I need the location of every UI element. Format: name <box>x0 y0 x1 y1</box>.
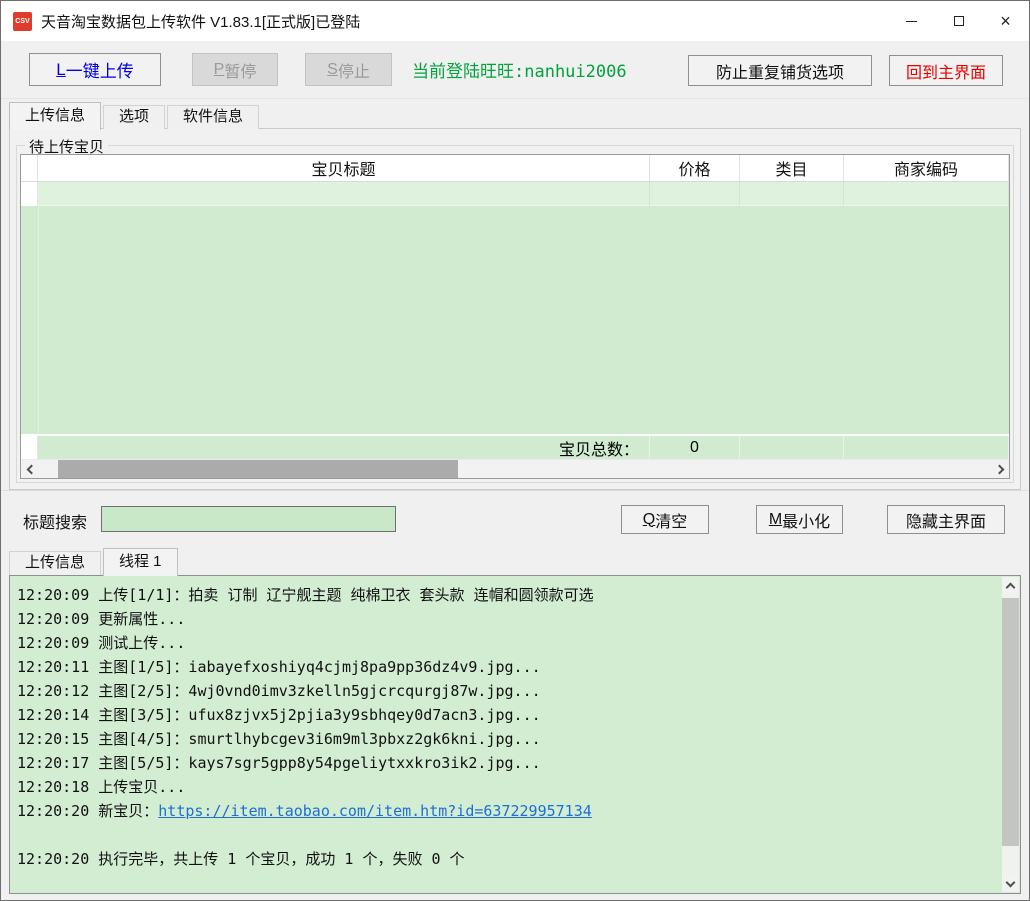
stop-mnemonic: S <box>327 61 338 79</box>
total-cat-cell <box>740 436 844 459</box>
total-value: 0 <box>650 436 740 459</box>
hscroll-track[interactable] <box>38 460 992 478</box>
maximize-button[interactable] <box>935 1 982 41</box>
upload-mnemonic: L <box>56 60 65 80</box>
cell-price[interactable] <box>650 182 740 206</box>
back-to-main-button[interactable]: 回到主界面 <box>889 55 1003 86</box>
cell-title[interactable] <box>38 182 650 206</box>
tab-1[interactable]: 上传信息 <box>9 551 101 575</box>
close-icon: × <box>1000 12 1011 30</box>
scroll-left-button[interactable] <box>21 460 38 478</box>
tab-2[interactable]: 线程 1 <box>103 548 178 576</box>
scroll-right-button[interactable] <box>992 460 1009 478</box>
log-line: 12:20:20 新宝贝：https://item.taobao.com/ite… <box>17 799 996 823</box>
vertical-scrollbar[interactable] <box>1002 577 1019 892</box>
row-header-cell[interactable] <box>21 182 38 206</box>
minimize-icon <box>906 21 917 22</box>
pause-label: 暂停 <box>224 58 256 82</box>
log-line: 12:20:11 主图[1/5]：iabayefxoshiyq4cjmj8pa9… <box>17 655 996 679</box>
log-line <box>17 823 996 847</box>
toolbar: L一键上传 P暂停 S停止 当前登陆旺旺:nanhui2006 防止重复铺货选项… <box>1 41 1029 99</box>
cell-code[interactable] <box>844 182 1009 206</box>
prevent-duplicate-button[interactable]: 防止重复铺货选项 <box>688 55 872 86</box>
pending-items-grid[interactable]: 宝贝标题价格类目商家编码 宝贝总数： 0 <box>20 154 1010 479</box>
chevron-left-icon <box>26 464 36 474</box>
upload-info-tab-page: 待上传宝贝 宝贝标题价格类目商家编码 宝贝总数： 0 <box>9 128 1021 490</box>
close-button[interactable]: × <box>982 1 1029 41</box>
total-label: 宝贝总数： <box>38 436 650 459</box>
log-line: 12:20:14 主图[3/5]：ufux8zjvx5j2pjia3y9sbhq… <box>17 703 996 727</box>
hide-main-window-button[interactable]: 隐藏主界面 <box>887 505 1005 534</box>
scroll-up-button[interactable] <box>1002 577 1019 594</box>
row-header-divider <box>38 206 39 434</box>
column-header[interactable]: 商家编码 <box>844 155 1009 181</box>
pause-mnemonic: P <box>214 61 225 79</box>
search-bar: 标题搜索 Q清空 M最小化 隐藏主界面 <box>1 490 1029 547</box>
grid-total-row: 宝贝总数： 0 <box>21 434 1009 459</box>
title-search-input[interactable] <box>101 506 396 532</box>
clear-label: 清空 <box>655 508 687 532</box>
scroll-down-button[interactable] <box>1002 875 1019 892</box>
window-title: 天音淘宝数据包上传软件 V1.83.1[正式版]已登陆 <box>41 11 360 32</box>
tab-3[interactable]: 软件信息 <box>167 105 259 129</box>
cell-category[interactable] <box>740 182 844 206</box>
vscroll-thumb[interactable] <box>1002 598 1019 846</box>
maximize-icon <box>954 16 964 26</box>
column-header[interactable]: 宝贝标题 <box>38 155 650 181</box>
new-item-link[interactable]: https://item.taobao.com/item.htm?id=6372… <box>158 802 591 820</box>
top-tab-strip: 上传信息选项软件信息 <box>1 101 1029 129</box>
pending-items-groupbox: 待上传宝贝 宝贝标题价格类目商家编码 宝贝总数： 0 <box>16 145 1014 483</box>
login-status: 当前登陆旺旺:nanhui2006 <box>412 57 627 82</box>
clear-mnemonic: Q <box>643 511 655 529</box>
upload-log-panel[interactable]: 12:20:09 上传[1/1]：拍卖 订制 辽宁舰主题 纯棉卫衣 套头款 连帽… <box>9 575 1021 894</box>
vscroll-track[interactable] <box>1002 594 1019 875</box>
chevron-down-icon <box>1006 877 1016 887</box>
app-window: CSV 天音淘宝数据包上传软件 V1.83.1[正式版]已登陆 × L一键上传 … <box>0 0 1030 901</box>
pause-button[interactable]: P暂停 <box>192 53 278 86</box>
minimize-mnemonic: M <box>769 511 782 529</box>
log-line: 12:20:17 主图[5/5]：kays7sgr5gpp8y54pgeliyt… <box>17 751 996 775</box>
minimize-app-button[interactable]: M最小化 <box>756 505 843 534</box>
clear-button[interactable]: Q清空 <box>621 505 709 534</box>
title-search-label: 标题搜索 <box>23 509 87 533</box>
chevron-up-icon <box>1006 582 1016 592</box>
window-controls: × <box>888 1 1029 41</box>
csv-file-icon: CSV <box>13 12 32 31</box>
minimize-label: 最小化 <box>782 508 830 532</box>
stop-label: 停止 <box>338 58 370 82</box>
column-header[interactable]: 类目 <box>740 155 844 181</box>
log-line: 12:20:20 执行完毕，共上传 1 个宝贝，成功 1 个，失败 0 个 <box>17 847 996 871</box>
one-click-upload-button[interactable]: L一键上传 <box>29 53 161 86</box>
log-lines: 12:20:09 上传[1/1]：拍卖 订制 辽宁舰主题 纯棉卫衣 套头款 连帽… <box>17 583 996 891</box>
minimize-button[interactable] <box>888 1 935 41</box>
stop-button[interactable]: S停止 <box>305 53 392 86</box>
hscroll-thumb[interactable] <box>58 460 458 478</box>
horizontal-scrollbar[interactable] <box>21 459 1009 478</box>
total-code-cell <box>844 436 1009 459</box>
row-header-cell <box>21 436 38 459</box>
grid-corner-cell <box>21 155 38 181</box>
chevron-right-icon <box>994 464 1004 474</box>
log-line: 12:20:15 主图[4/5]：smurtlhybcgev3i6m9ml3pb… <box>17 727 996 751</box>
table-row[interactable] <box>21 182 1009 206</box>
tab-2[interactable]: 选项 <box>103 105 165 129</box>
grid-empty-area <box>21 206 1009 434</box>
log-line: 12:20:09 上传[1/1]：拍卖 订制 辽宁舰主题 纯棉卫衣 套头款 连帽… <box>17 583 996 607</box>
log-line: 12:20:09 测试上传... <box>17 631 996 655</box>
title-bar: CSV 天音淘宝数据包上传软件 V1.83.1[正式版]已登陆 × <box>1 1 1029 41</box>
bottom-tab-strip: 上传信息线程 1 <box>1 547 1029 575</box>
log-line: 12:20:12 主图[2/5]：4wj0vnd0imv3zkelln5gjcr… <box>17 679 996 703</box>
column-header[interactable]: 价格 <box>650 155 740 181</box>
log-line: 12:20:18 上传宝贝... <box>17 775 996 799</box>
grid-header-row: 宝贝标题价格类目商家编码 <box>21 155 1009 182</box>
log-line: 12:20:09 更新属性... <box>17 607 996 631</box>
tab-1[interactable]: 上传信息 <box>9 102 101 130</box>
upload-label: 一键上传 <box>66 57 134 82</box>
